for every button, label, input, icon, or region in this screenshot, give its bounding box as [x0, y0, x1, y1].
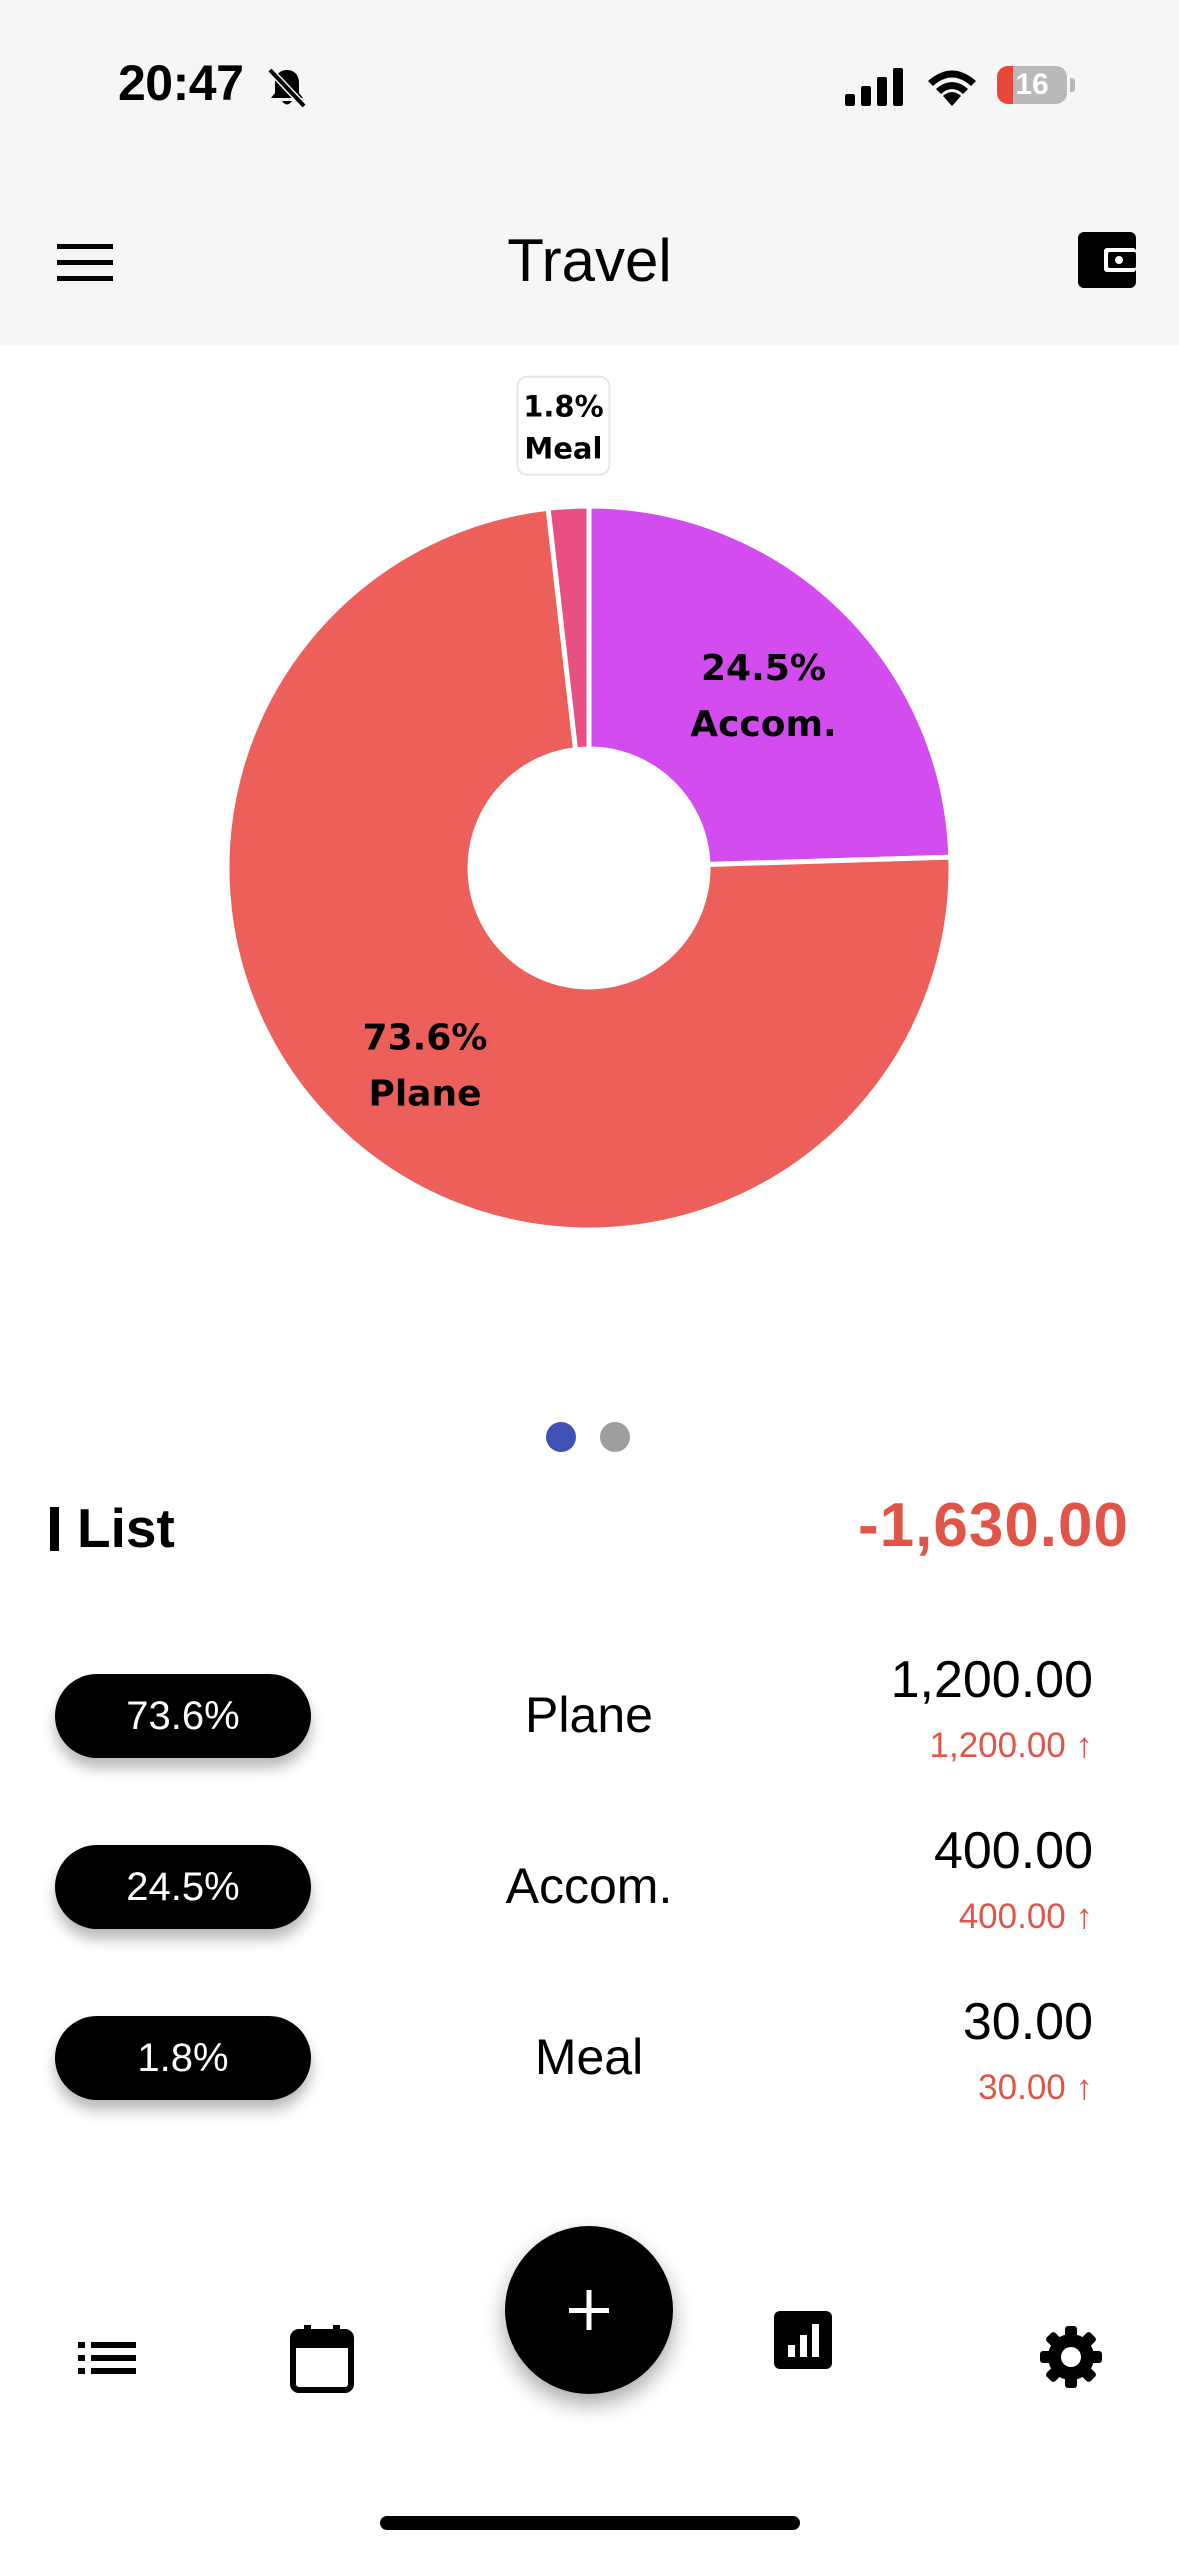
sub-amount-value: 30.00	[978, 2068, 1066, 2107]
list-title-text: List	[77, 1497, 175, 1559]
category-pie-chart: 24.5% Accom. 73.6% Plane 1.8% Meal	[224, 375, 954, 1233]
arrow-up-icon: ↑	[1075, 2068, 1094, 2107]
row-amount: 400.00	[933, 1822, 1093, 1880]
slice-percent-label: 24.5%	[701, 648, 826, 689]
list-row-meal[interactable]: 1.8% Meal 30.00 30.00 ↑	[0, 1993, 1179, 2166]
total-amount: -1,630.00	[858, 1491, 1129, 1560]
arrow-up-icon: ↑	[1075, 1726, 1094, 1765]
page-title: Travel	[507, 227, 672, 294]
bell-slash-icon	[267, 67, 307, 109]
page-dot-1[interactable]	[546, 1422, 576, 1452]
status-time: 20:47	[118, 55, 244, 111]
slice-name-label: Meal	[524, 432, 602, 466]
category-name: Plane	[525, 1687, 653, 1743]
row-sub-amount: 30.00 ↑	[978, 2068, 1093, 2108]
wallet-icon[interactable]	[1078, 232, 1136, 288]
list-row-plane[interactable]: 73.6% Plane 1,200.00 1,200.00 ↑	[0, 1651, 1179, 1824]
slice-name-label: Accom.	[690, 704, 836, 745]
list-heading: List	[50, 1496, 175, 1560]
add-button[interactable]	[505, 2226, 673, 2394]
wifi-icon	[928, 70, 976, 106]
sub-amount-value: 1,200.00	[929, 1726, 1066, 1765]
row-amount: 1,200.00	[890, 1651, 1093, 1709]
category-name: Accom.	[505, 1858, 673, 1914]
percent-badge: 1.8%	[55, 2016, 311, 2100]
row-sub-amount: 1,200.00 ↑	[930, 1726, 1093, 1766]
slice-name-label: Plane	[368, 1073, 481, 1114]
arrow-up-icon: ↑	[1075, 1897, 1094, 1936]
page-dot-2[interactable]	[600, 1422, 630, 1452]
calendar-icon[interactable]	[290, 2325, 354, 2393]
home-indicator	[380, 2516, 800, 2530]
row-amount: 30.00	[962, 1993, 1093, 2051]
settings-icon[interactable]	[1040, 2326, 1102, 2388]
battery-level: 16	[1015, 68, 1049, 101]
top-area: 20:47 16 Travel	[0, 0, 1179, 345]
battery-icon: 16	[997, 66, 1067, 104]
percent-badge: 73.6%	[55, 1674, 311, 1758]
sub-amount-value: 400.00	[958, 1897, 1066, 1936]
signal-icon	[845, 68, 903, 106]
percent-badge: 24.5%	[55, 1845, 311, 1929]
row-sub-amount: 400.00 ↑	[959, 1897, 1093, 1937]
list-icon[interactable]	[78, 2340, 136, 2376]
slice-percent-label: 1.8%	[523, 390, 603, 424]
add-icon	[569, 2290, 609, 2330]
battery-cap	[1070, 78, 1075, 92]
stats-icon[interactable]	[774, 2311, 832, 2369]
list-row-accom[interactable]: 24.5% Accom. 400.00 400.00 ↑	[0, 1822, 1179, 1995]
category-name: Meal	[534, 2029, 644, 2085]
slice-percent-label: 73.6%	[363, 1017, 488, 1058]
